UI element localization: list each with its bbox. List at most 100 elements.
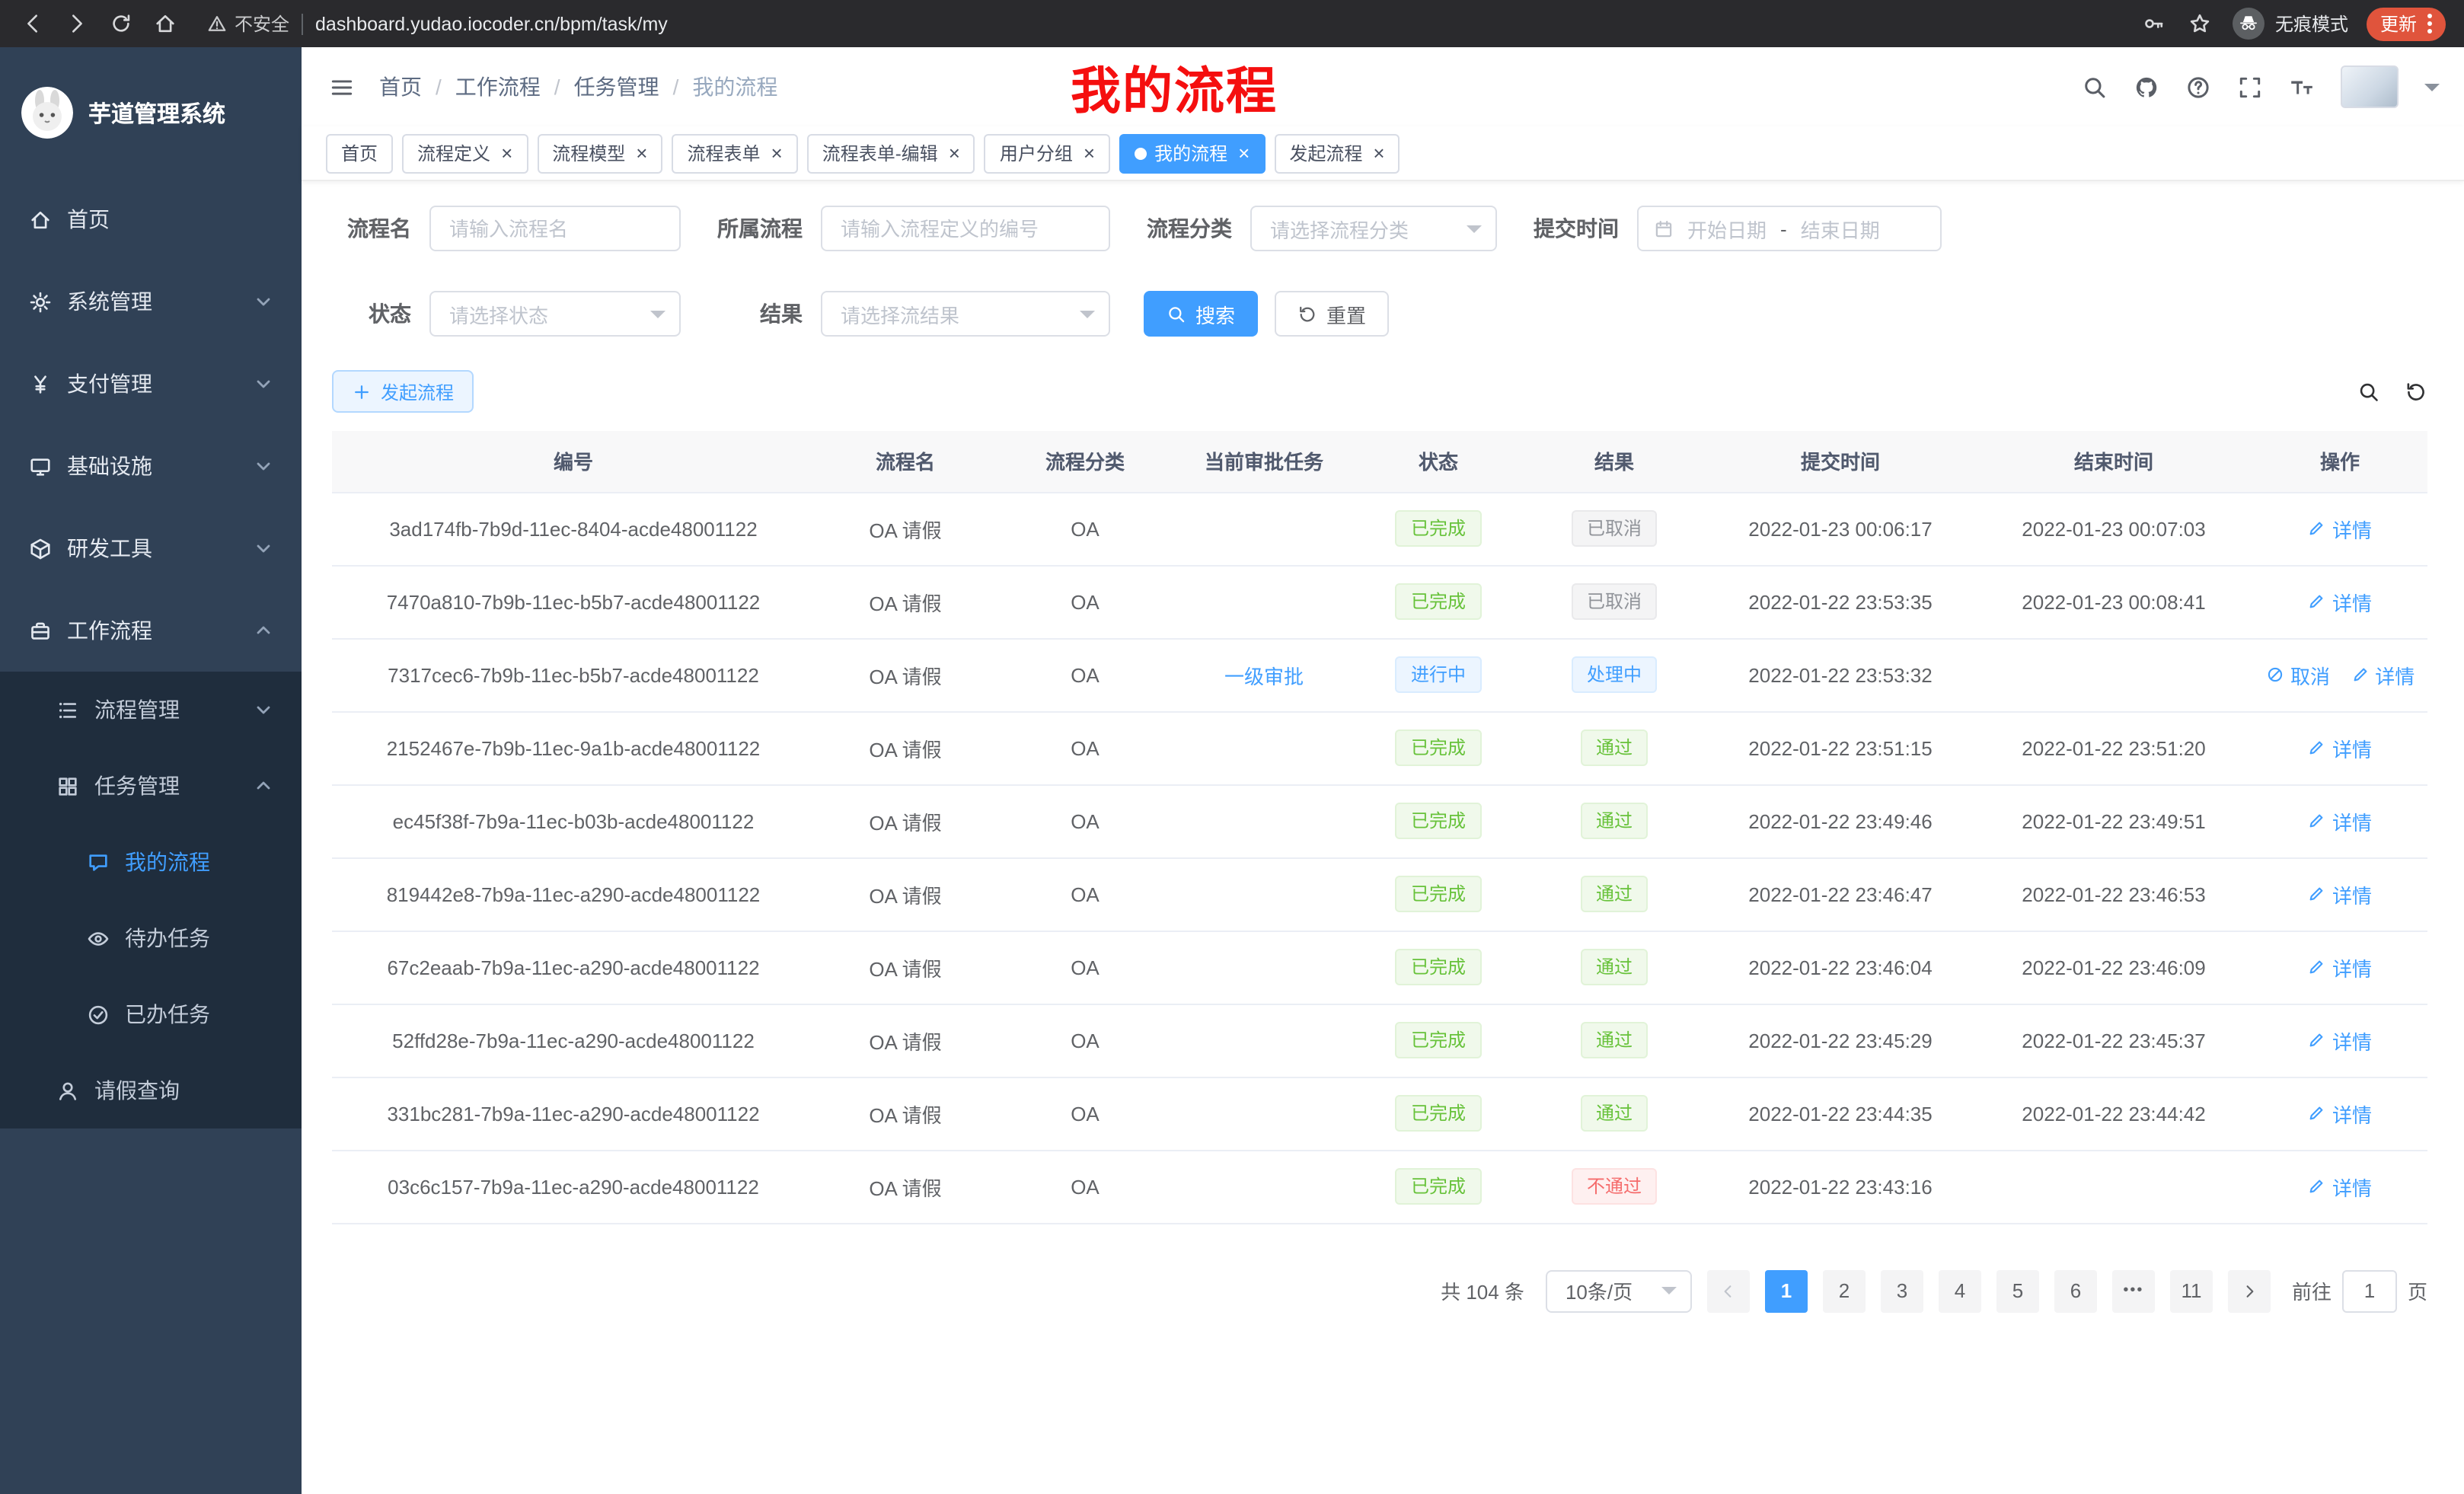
table-row[interactable]: 7317cec6-7b9b-11ec-b5b7-acde48001122 OA …	[332, 638, 2427, 711]
detail-link[interactable]: 详情	[2308, 1172, 2372, 1201]
password-key-icon[interactable]	[2141, 10, 2169, 37]
github-icon[interactable]	[2134, 74, 2159, 100]
tab[interactable]: 流程模型 ×	[537, 133, 662, 173]
sidebar-item-done-tasks[interactable]: 已办任务	[0, 976, 302, 1052]
page-number-button[interactable]: 11	[2170, 1269, 2213, 1312]
result-badge: 处理中	[1572, 656, 1657, 693]
sidebar-item-home[interactable]: 首页	[0, 178, 302, 260]
table-row[interactable]: 2152467e-7b9b-11ec-9a1b-acde48001122 OA …	[332, 711, 2427, 784]
user-avatar[interactable]	[2341, 65, 2399, 108]
table-row[interactable]: ec45f38f-7b9a-11ec-b03b-acde48001122 OA …	[332, 784, 2427, 857]
table-row[interactable]: 819442e8-7b9a-11ec-a290-acde48001122 OA …	[332, 857, 2427, 931]
start-process-button[interactable]: 发起流程	[332, 370, 474, 413]
detail-link[interactable]: 详情	[2308, 806, 2372, 835]
hide-search-icon[interactable]	[2357, 380, 2380, 403]
tab[interactable]: 用户分组 ×	[985, 133, 1110, 173]
page-number-button[interactable]: 5	[1996, 1269, 2039, 1312]
status-select[interactable]: 请选择状态	[429, 291, 681, 337]
edit-pencil-icon	[2351, 666, 2369, 684]
table-row[interactable]: 52ffd28e-7b9a-11ec-a290-acde48001122 OA …	[332, 1004, 2427, 1077]
breadcrumb-item[interactable]: 首页	[379, 72, 422, 102]
sidebar-item-todo-tasks[interactable]: 待办任务	[0, 900, 302, 976]
breadcrumb-item[interactable]: 工作流程	[455, 72, 541, 102]
table-row[interactable]: 3ad174fb-7b9d-11ec-8404-acde48001122 OA …	[332, 492, 2427, 565]
goto-page-input[interactable]	[2342, 1269, 2397, 1312]
bookmark-star-icon[interactable]	[2187, 10, 2214, 37]
tab[interactable]: 首页	[326, 133, 393, 173]
detail-link[interactable]: 详情	[2351, 660, 2415, 689]
tab-close-icon[interactable]: ×	[636, 143, 647, 163]
tab-close-icon[interactable]: ×	[1084, 143, 1095, 163]
cell-id: 03c6c157-7b9a-11ec-a290-acde48001122	[332, 1150, 815, 1223]
table-row[interactable]: 7470a810-7b9b-11ec-b5b7-acde48001122 OA …	[332, 565, 2427, 638]
current-task-link[interactable]: 一级审批	[1224, 660, 1304, 689]
tab-close-icon[interactable]: ×	[1373, 143, 1384, 163]
font-size-icon[interactable]	[2289, 74, 2315, 100]
sidebar-item-my-process[interactable]: 我的流程	[0, 824, 302, 900]
tab-close-icon[interactable]: ×	[1238, 143, 1250, 163]
tab-close-icon[interactable]: ×	[949, 143, 960, 163]
reset-button[interactable]: 重置	[1275, 291, 1389, 337]
tab[interactable]: 流程定义 ×	[402, 133, 528, 173]
sidebar-item-system[interactable]: 系统管理	[0, 260, 302, 343]
tab[interactable]: 发起流程 ×	[1274, 133, 1400, 173]
update-button[interactable]: 更新	[2367, 7, 2446, 40]
prev-page-button[interactable]	[1707, 1269, 1750, 1312]
page-number-button[interactable]: 3	[1881, 1269, 1923, 1312]
table-row[interactable]: 03c6c157-7b9a-11ec-a290-acde48001122 OA …	[332, 1150, 2427, 1223]
fullscreen-icon[interactable]	[2237, 74, 2263, 100]
page-number-button[interactable]: 2	[1823, 1269, 1866, 1312]
sidebar-item-workflow[interactable]: 工作流程	[0, 589, 302, 672]
tab[interactable]: 流程表单-编辑 ×	[807, 133, 975, 173]
table-row[interactable]: 67c2eaab-7b9a-11ec-a290-acde48001122 OA …	[332, 931, 2427, 1004]
sidebar-item-task-management[interactable]: 任务管理	[0, 748, 302, 824]
result-select[interactable]: 请选择流结果	[821, 291, 1110, 337]
sidebar-item-devtools[interactable]: 研发工具	[0, 507, 302, 589]
page-number-button[interactable]: 4	[1939, 1269, 1981, 1312]
url-text[interactable]: dashboard.yudao.iocoder.cn/bpm/task/my	[315, 13, 668, 34]
date-range-picker[interactable]: 开始日期 - 结束日期	[1637, 206, 1942, 251]
cell-id: 7317cec6-7b9b-11ec-b5b7-acde48001122	[332, 638, 815, 711]
avatar-dropdown-caret-icon[interactable]	[2424, 84, 2440, 99]
sidebar-item-label: 首页	[67, 204, 110, 235]
search-icon[interactable]	[2082, 74, 2108, 100]
detail-link[interactable]: 详情	[2308, 733, 2372, 762]
table-row[interactable]: 331bc281-7b9a-11ec-a290-acde48001122 OA …	[332, 1077, 2427, 1150]
detail-link[interactable]: 详情	[2308, 514, 2372, 543]
detail-link[interactable]: 详情	[2308, 1099, 2372, 1128]
next-page-button[interactable]	[2228, 1269, 2271, 1312]
page-size-select[interactable]: 10条/页	[1546, 1269, 1692, 1312]
reload-button[interactable]	[107, 10, 134, 37]
sidebar-item-payment[interactable]: 支付管理	[0, 343, 302, 425]
search-button[interactable]: 搜索	[1144, 291, 1258, 337]
forward-button[interactable]	[62, 10, 90, 37]
tab-close-icon[interactable]: ×	[771, 143, 783, 163]
tab-close-icon[interactable]: ×	[501, 143, 512, 163]
category-select[interactable]: 请选择流程分类	[1250, 206, 1497, 251]
help-icon[interactable]	[2185, 74, 2211, 100]
home-button[interactable]	[151, 10, 178, 37]
browser-menu-dots-icon[interactable]	[2427, 14, 2432, 34]
address-bar[interactable]: 不安全 dashboard.yudao.iocoder.cn/bpm/task/…	[207, 11, 2124, 37]
detail-link[interactable]: 详情	[2308, 953, 2372, 982]
process-name-input[interactable]	[429, 206, 681, 251]
refresh-table-icon[interactable]	[2405, 380, 2427, 403]
sidebar-item-infrastructure[interactable]: 基础设施	[0, 425, 302, 507]
app-logo[interactable]: 芋道管理系统	[0, 47, 302, 178]
page-number-button[interactable]: 6	[2054, 1269, 2097, 1312]
page-number-button[interactable]: 1	[1765, 1269, 1808, 1312]
cancel-link[interactable]: 取消	[2266, 660, 2330, 689]
security-status[interactable]: 不安全	[207, 11, 289, 37]
tab[interactable]: 流程表单 ×	[672, 133, 797, 173]
detail-link[interactable]: 详情	[2308, 1026, 2372, 1055]
sidebar-item-process-management[interactable]: 流程管理	[0, 672, 302, 748]
process-definition-input[interactable]	[821, 206, 1110, 251]
detail-link[interactable]: 详情	[2308, 879, 2372, 908]
breadcrumb-item[interactable]: 任务管理	[574, 72, 659, 102]
back-button[interactable]	[18, 10, 46, 37]
page-number-button[interactable]: •••	[2112, 1269, 2155, 1312]
detail-link[interactable]: 详情	[2308, 587, 2372, 616]
sidebar-collapse-icon[interactable]	[326, 72, 356, 102]
sidebar-item-leave-query[interactable]: 请假查询	[0, 1052, 302, 1128]
tab[interactable]: 我的流程 ×	[1119, 133, 1265, 173]
